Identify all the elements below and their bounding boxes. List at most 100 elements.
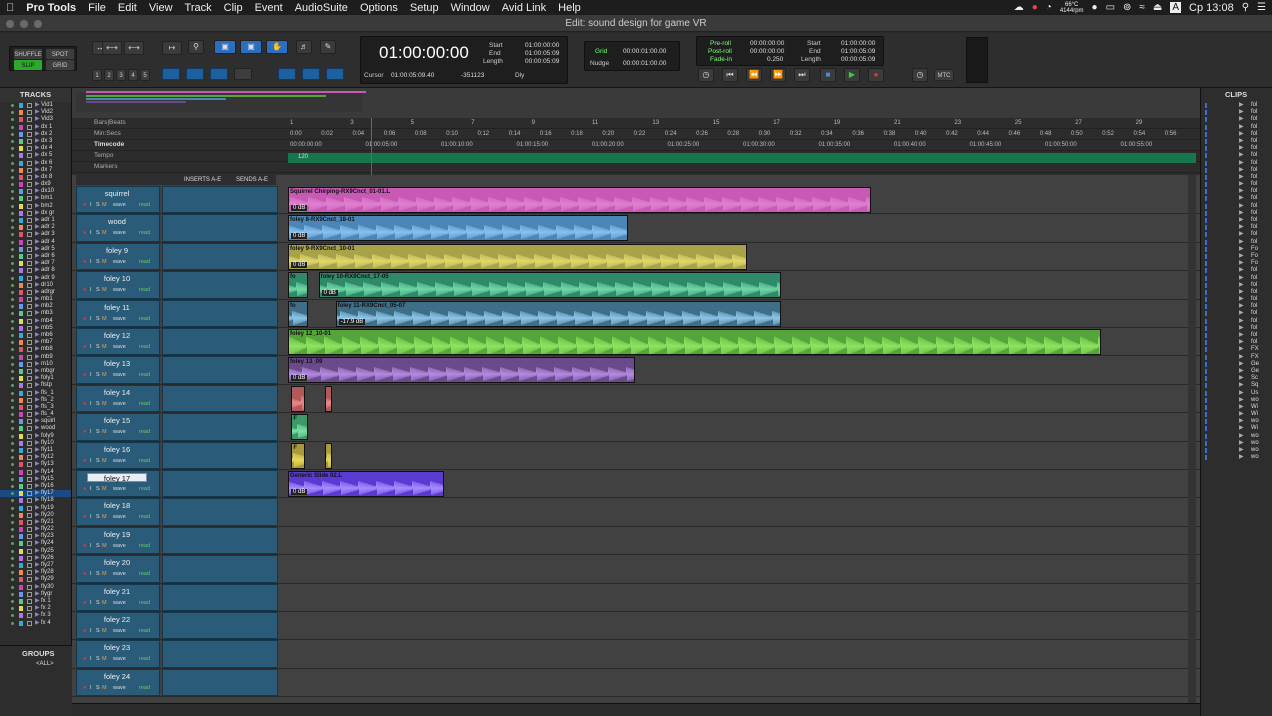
track-list-item[interactable]: ▶ fly28	[0, 569, 71, 576]
edit-option-3[interactable]	[210, 68, 228, 80]
audio-clip[interactable]	[325, 385, 333, 412]
track-list-item[interactable]: ▶ mb6	[0, 332, 71, 339]
online-icon[interactable]: ◷	[698, 68, 714, 82]
track-inserts-sends[interactable]	[162, 242, 278, 271]
track-inserts-sends[interactable]	[162, 640, 278, 668]
track-header[interactable]: foley 15 ● I S Mwave read	[76, 413, 160, 441]
preroll-label[interactable]: Pre-roll	[710, 40, 731, 47]
zoom-preset-3[interactable]: 3	[116, 69, 126, 81]
clip-list-item[interactable]: ▶ fol	[1201, 210, 1272, 217]
track-view-selector[interactable]: wave	[113, 486, 126, 493]
grabber-tool-icon[interactable]: ✋	[266, 40, 288, 54]
clip-list-item[interactable]: ▶ FX	[1201, 354, 1272, 361]
track-view-selector[interactable]: wave	[113, 259, 126, 266]
track-list-item[interactable]: ▶ adr 2	[0, 224, 71, 231]
track-automation-mode[interactable]: read	[139, 458, 150, 465]
track-header[interactable]: foley 24 ● I S Mwave read	[76, 668, 160, 697]
track-mute-button[interactable]: M	[102, 486, 107, 493]
track-inserts-sends[interactable]	[162, 413, 278, 441]
track-list-item[interactable]: ▶ Vid1	[0, 102, 71, 109]
track-list-item[interactable]: ▶ mbgr	[0, 368, 71, 375]
track-view-selector[interactable]: wave	[113, 316, 126, 323]
horizontal-scrollbar[interactable]	[72, 703, 1200, 716]
track-automation-mode[interactable]: read	[139, 486, 150, 493]
track-list-item[interactable]: ▶ mb8	[0, 346, 71, 353]
track-automation-mode[interactable]: read	[139, 685, 150, 692]
audio-clip[interactable]: foley 11-RX9Cnct_05-07 -17.9 dB	[335, 300, 781, 327]
playhead-cursor[interactable]	[371, 118, 372, 175]
track-name[interactable]: foley 20	[87, 558, 147, 567]
track-list-item[interactable]: ▶ foly9	[0, 433, 71, 440]
zoom-preset-4[interactable]: 4	[128, 69, 138, 81]
track-list-item[interactable]: ▶ Vid3	[0, 116, 71, 123]
track-automation-mode[interactable]: read	[139, 230, 150, 237]
track-solo-button[interactable]: S	[96, 685, 100, 692]
track-inserts-sends[interactable]	[162, 299, 278, 327]
track-view-selector[interactable]: wave	[113, 230, 126, 237]
track-rec-button[interactable]: ●	[83, 628, 86, 635]
track-header[interactable]: foley 19 ● I S Mwave read	[76, 526, 160, 555]
audio-clip[interactable]: foley 8-RX9Cnct_18-01 0 dB	[288, 215, 628, 242]
track-list-item[interactable]: ▶ mb1	[0, 296, 71, 303]
volume-icon[interactable]: ◔	[1046, 2, 1052, 13]
track-list-item[interactable]: ▶ dx 2	[0, 131, 71, 138]
track-automation-mode[interactable]: read	[139, 259, 150, 266]
universe-overview[interactable]	[72, 88, 1200, 118]
clip-list-item[interactable]: ▶ fol	[1201, 267, 1272, 274]
track-inserts-sends[interactable]	[162, 583, 278, 611]
clock[interactable]: Ср 13:08	[1189, 2, 1234, 14]
clip-list-item[interactable]: ▶ Sc	[1201, 375, 1272, 382]
tsel-start[interactable]: 01:00:00:00	[841, 40, 875, 47]
play-icon[interactable]: ▶	[844, 68, 860, 82]
track-mute-button[interactable]: M	[102, 685, 107, 692]
track-list-item[interactable]: ▶ adrgr	[0, 289, 71, 296]
track-list-item[interactable]: ▶ fly21	[0, 519, 71, 526]
track-list-item[interactable]: ▶ mb4	[0, 318, 71, 325]
track-list-item[interactable]: ▶ m10	[0, 361, 71, 368]
track-list-item[interactable]: ▶ fly22	[0, 526, 71, 533]
track-list-item[interactable]: ▶ fly18	[0, 497, 71, 504]
return-to-zero-icon[interactable]: ⏮	[722, 68, 738, 82]
track-name[interactable]: foley 15	[87, 416, 147, 425]
clip-list-item[interactable]: ▶ fol	[1201, 116, 1272, 123]
track-input-button[interactable]: I	[90, 685, 92, 692]
clip-list-item[interactable]: ▶ fol	[1201, 289, 1272, 296]
track-automation-mode[interactable]: read	[139, 628, 150, 635]
clip-gain[interactable]: 0 dB	[291, 375, 308, 382]
track-solo-button[interactable]: S	[96, 316, 100, 323]
track-list-item[interactable]: ▶ dx9	[0, 181, 71, 188]
clip-list-item[interactable]: ▶ Ge	[1201, 368, 1272, 375]
track-inserts-sends[interactable]	[162, 271, 278, 299]
audio-clip[interactable]	[325, 442, 333, 469]
track-input-button[interactable]: I	[90, 429, 92, 436]
track-rec-button[interactable]: ●	[83, 458, 86, 465]
clip-list-item[interactable]: ▶ wo	[1201, 397, 1272, 404]
menu-audiosuite[interactable]: AudioSuite	[289, 2, 354, 14]
track-name[interactable]: foley 12	[87, 331, 147, 340]
track-list-item[interactable]: ▶ bm2	[0, 203, 71, 210]
clip-list-item[interactable]: ▶ fol	[1201, 102, 1272, 109]
clip-list-item[interactable]: ▶ fol	[1201, 318, 1272, 325]
track-name[interactable]: foley 24	[87, 672, 147, 681]
track-inserts-sends[interactable]	[162, 470, 278, 498]
main-counter[interactable]: 01:00:00:00	[379, 43, 469, 63]
track-list-item[interactable]: ▶ dx gr	[0, 210, 71, 217]
track-list-item[interactable]: ▶ fly11	[0, 447, 71, 454]
track-list-item[interactable]: ▶ fly13	[0, 461, 71, 468]
preroll-value[interactable]: 00:00:00:00	[750, 40, 784, 47]
track-mute-button[interactable]: M	[102, 600, 107, 607]
tsel-end[interactable]: 01:00:05:09	[841, 48, 875, 55]
zoom-v-icon[interactable]: ⟷	[124, 41, 144, 55]
zoom-preset-2[interactable]: 2	[104, 69, 114, 81]
track-view-selector[interactable]: wave	[113, 458, 126, 465]
track-mute-button[interactable]: M	[102, 230, 107, 237]
track-rec-button[interactable]: ●	[83, 429, 86, 436]
track-list-item[interactable]: ▶ fly17	[0, 490, 71, 498]
cloud-icon[interactable]: ☁	[1014, 2, 1024, 13]
record-icon[interactable]: ●	[1032, 2, 1038, 13]
track-list-item[interactable]: ▶ Vid2	[0, 109, 71, 116]
track-list-item[interactable]: ▶ fx 1	[0, 598, 71, 605]
track-name[interactable]: foley 9	[87, 246, 147, 255]
track-list-item[interactable]: ▶ bm1	[0, 195, 71, 202]
postroll-label[interactable]: Post-roll	[708, 48, 732, 55]
